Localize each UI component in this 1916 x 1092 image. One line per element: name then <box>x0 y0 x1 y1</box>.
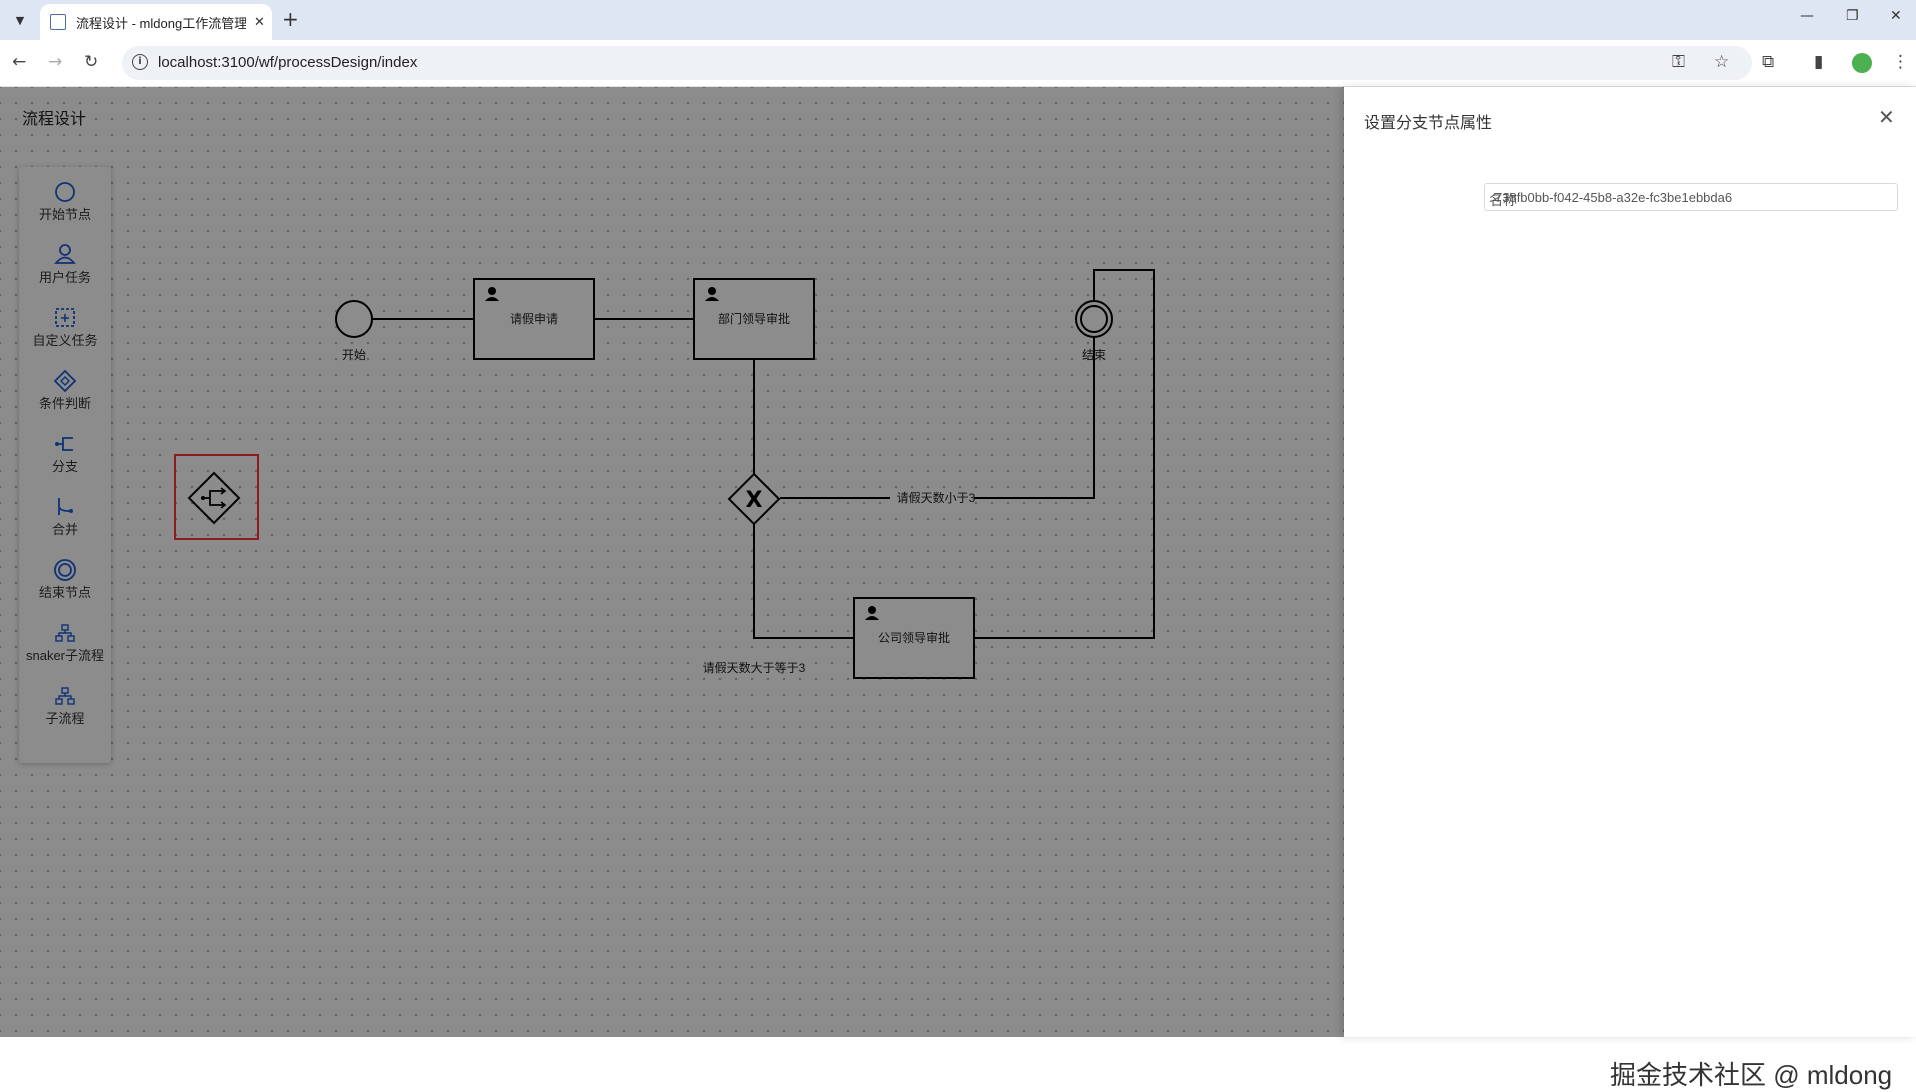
chevron-down-icon: ▼ <box>15 13 25 27</box>
close-tab-icon[interactable]: ✕ <box>254 15 265 30</box>
tab-title: 流程设计 - mldong工作流管理 <box>76 15 246 31</box>
address-url[interactable]: localhost:3100/wf/processDesign/index <box>158 54 417 71</box>
browser-tab-strip: ▼ 流程设计 - mldong工作流管理 ✕ + — ❐ ✕ <box>0 0 1916 40</box>
forward-icon[interactable]: → <box>48 52 62 72</box>
window-close-icon[interactable]: ✕ <box>1890 8 1902 24</box>
close-icon[interactable]: ✕ <box>1878 105 1895 129</box>
back-icon[interactable]: ← <box>12 52 26 72</box>
property-drawer: 设置分支节点属性 ✕ 名称 738fb0bb-f042-45b8-a32e-fc… <box>1344 87 1916 1037</box>
name-input[interactable]: 738fb0bb-f042-45b8-a32e-fc3be1ebbda6 <box>1484 183 1898 211</box>
site-info-icon[interactable]: i <box>132 54 148 70</box>
new-tab-button[interactable]: + <box>282 9 299 29</box>
star-icon[interactable]: ☆ <box>1714 52 1729 72</box>
app-area: 流程设计 开始节点 用户任务 自定义任务 条件判断 分支 合并 结束节点 sna… <box>0 87 1916 1090</box>
minimize-icon[interactable]: — <box>1800 8 1814 24</box>
profile-avatar[interactable] <box>1852 53 1872 73</box>
reload-icon[interactable]: ↻ <box>84 52 98 72</box>
watermark: 掘金技术社区 @ mldong <box>1610 1060 1893 1090</box>
menu-kebab-icon[interactable]: ⋮ <box>1892 52 1909 72</box>
address-bar[interactable]: i localhost:3100/wf/processDesign/index … <box>122 46 1752 80</box>
side-panel-icon[interactable]: ▮ <box>1814 52 1823 72</box>
extensions-icon[interactable]: ⧉ <box>1762 52 1774 72</box>
browser-tab[interactable]: 流程设计 - mldong工作流管理 ✕ <box>40 4 272 40</box>
drawer-mask[interactable] <box>0 87 1344 1037</box>
tab-search-button[interactable]: ▼ <box>8 8 32 32</box>
restore-icon[interactable]: ❐ <box>1846 8 1859 24</box>
page-favicon-icon <box>50 14 66 30</box>
browser-toolbar: ← → ↻ i localhost:3100/wf/processDesign/… <box>0 40 1916 87</box>
drawer-title: 设置分支节点属性 <box>1364 115 1493 132</box>
key-icon[interactable]: ⚿ <box>1672 52 1685 72</box>
